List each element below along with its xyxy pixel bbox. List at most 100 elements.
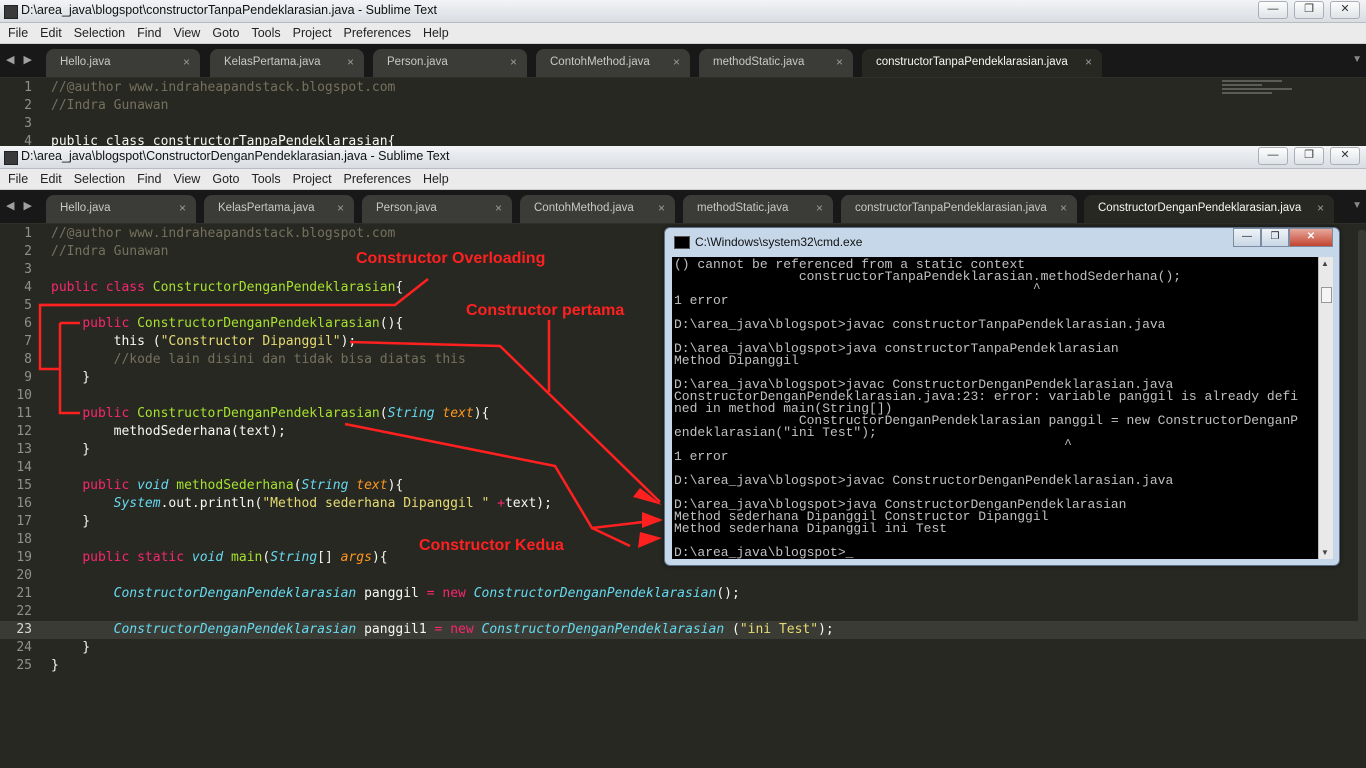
tab-next-icon[interactable]: ▶ [23,54,31,66]
close-button[interactable]: ✕ [1330,1,1360,19]
tab-close-icon[interactable]: × [1060,201,1067,215]
cmd-output-line: 1 error [674,293,729,308]
minimize-button[interactable]: — [1258,1,1288,19]
menu-help[interactable]: Help [417,172,455,186]
code-line: public class ConstructorDenganPendeklara… [51,280,404,295]
menu-find[interactable]: Find [131,172,167,186]
menu-preferences[interactable]: Preferences [338,26,417,40]
code-line: public ConstructorDenganPendeklarasian(S… [82,406,490,421]
tab-hello[interactable]: Hello.java × [46,49,200,77]
tab-contohmethod[interactable]: ContohMethod.java × [520,195,675,223]
cmd-output-line: D:\area_java\blogspot>_ [674,545,854,559]
tab-close-icon[interactable]: × [673,55,680,69]
scroll-up-icon[interactable]: ▲ [1321,259,1329,268]
tab-close-icon[interactable]: × [510,55,517,69]
cmd-output-line: Method Dipanggil [674,353,799,368]
tab-close-icon[interactable]: × [1085,55,1092,69]
tab-close-icon[interactable]: × [816,201,823,215]
window-title: D:\area_java\blogspot\constructorTanpaPe… [21,3,437,17]
tab-close-icon[interactable]: × [179,201,186,215]
tab-bar: ◀ ▶ Hello.java × KelasPertama.java × Person… [0,190,1366,224]
menu-edit[interactable]: Edit [34,26,68,40]
menu-help[interactable]: Help [417,26,455,40]
tab-prev-icon[interactable]: ◀ [6,54,14,66]
tab-next-icon[interactable]: ▶ [23,200,31,212]
code-line: this ("Constructor Dipanggil"); [51,334,357,349]
cmd-output-line: 1 error [674,449,729,464]
tab-person[interactable]: Person.java × [362,195,512,223]
annotation-pertama: Constructor pertama [466,302,625,319]
tab-close-icon[interactable]: × [1317,201,1324,215]
sublime-window-back: D:\area_java\blogspot\constructorTanpaPe… [0,0,1366,146]
tab-methodstatic[interactable]: methodStatic.java × [683,195,833,223]
code-line: } [51,640,91,655]
menu-selection[interactable]: Selection [68,172,131,186]
tab-close-icon[interactable]: × [658,201,665,215]
tab-contohmethod[interactable]: ContohMethod.java × [536,49,690,77]
maximize-button[interactable]: ❐ [1294,147,1324,165]
cmd-window: C:\Windows\system32\cmd.exe — ❐ ✕ () can… [664,227,1340,566]
cmd-output-line: D:\area_java\blogspot>javac ConstructorD… [674,473,1174,488]
minimize-button[interactable]: — [1233,228,1261,247]
menu-selection[interactable]: Selection [68,26,131,40]
menu-project[interactable]: Project [287,26,338,40]
cmd-console[interactable]: () cannot be referenced from a static co… [672,257,1319,559]
annotation-overloading: Constructor Overloading [356,250,546,267]
menu-view[interactable]: View [167,26,206,40]
menu-edit[interactable]: Edit [34,172,68,186]
tab-prev-icon[interactable]: ◀ [6,200,14,212]
tab-kelaspertama[interactable]: KelasPertama.java × [210,49,364,77]
menu-project[interactable]: Project [287,172,338,186]
editor-scrollbar[interactable] [1358,230,1366,630]
code-line: System.out.println("Method sederhana Dip… [113,496,552,511]
code-line: ConstructorDenganPendeklarasian panggil1… [113,622,834,637]
menu-find[interactable]: Find [131,26,167,40]
scroll-thumb[interactable] [1321,287,1332,303]
code-line: } [51,370,91,385]
tab-close-icon[interactable]: × [836,55,843,69]
maximize-button[interactable]: ❐ [1294,1,1324,19]
tab-list-icon[interactable]: ▼ [1352,54,1362,65]
menu-tools[interactable]: Tools [245,26,286,40]
close-button[interactable]: ✕ [1289,228,1333,247]
tab-constructortanpa[interactable]: constructorTanpaPendeklarasian.java × [862,49,1102,77]
menu-goto[interactable]: Goto [206,172,245,186]
app-icon [4,151,18,165]
tab-close-icon[interactable]: × [495,201,502,215]
maximize-button[interactable]: ❐ [1261,228,1289,247]
tab-close-icon[interactable]: × [183,55,190,69]
menu-file[interactable]: File [2,172,34,186]
tab-constructortanpa[interactable]: constructorTanpaPendeklarasian.java × [841,195,1077,223]
code-line: //@author www.indraheapandstack.blogspot… [51,226,396,241]
tab-list-icon[interactable]: ▼ [1352,200,1362,211]
menu-bar: File Edit Selection Find View Goto Tools… [0,23,1366,44]
tab-close-icon[interactable]: × [347,55,354,69]
tab-hello[interactable]: Hello.java × [46,195,196,223]
code-line: } [51,658,59,673]
code-line: public ConstructorDenganPendeklarasian()… [82,316,404,331]
tab-kelaspertama[interactable]: KelasPertama.java × [204,195,354,223]
tab-person[interactable]: Person.java × [373,49,527,77]
close-button[interactable]: ✕ [1330,147,1360,165]
cmd-title: C:\Windows\system32\cmd.exe [695,235,863,249]
minimize-button[interactable]: — [1258,147,1288,165]
menu-file[interactable]: File [2,26,34,40]
cmd-output-line: D:\area_java\blogspot>javac constructorT… [674,317,1166,332]
menu-view[interactable]: View [167,172,206,186]
code-line: //@author www.indraheapandstack.blogspot… [51,80,396,95]
menu-goto[interactable]: Goto [206,26,245,40]
code-line: //Indra Gunawan [51,98,169,113]
menu-tools[interactable]: Tools [245,172,286,186]
tab-methodstatic[interactable]: methodStatic.java × [699,49,853,77]
cmd-icon [674,236,690,249]
scroll-down-icon[interactable]: ▼ [1321,548,1329,557]
tab-bar: ◀ ▶ Hello.java × KelasPertama.java × Person… [0,44,1366,78]
tab-constructordengan[interactable]: ConstructorDenganPendeklarasian.java × [1084,195,1334,223]
cmd-output-line: ^ [674,281,1041,296]
code-line: } [51,442,91,457]
minimap[interactable] [1222,80,1302,110]
code-line: ConstructorDenganPendeklarasian panggil … [113,586,740,601]
menu-preferences[interactable]: Preferences [338,172,417,186]
tab-close-icon[interactable]: × [337,201,344,215]
cmd-scrollbar[interactable]: ▲ ▼ [1318,257,1333,559]
